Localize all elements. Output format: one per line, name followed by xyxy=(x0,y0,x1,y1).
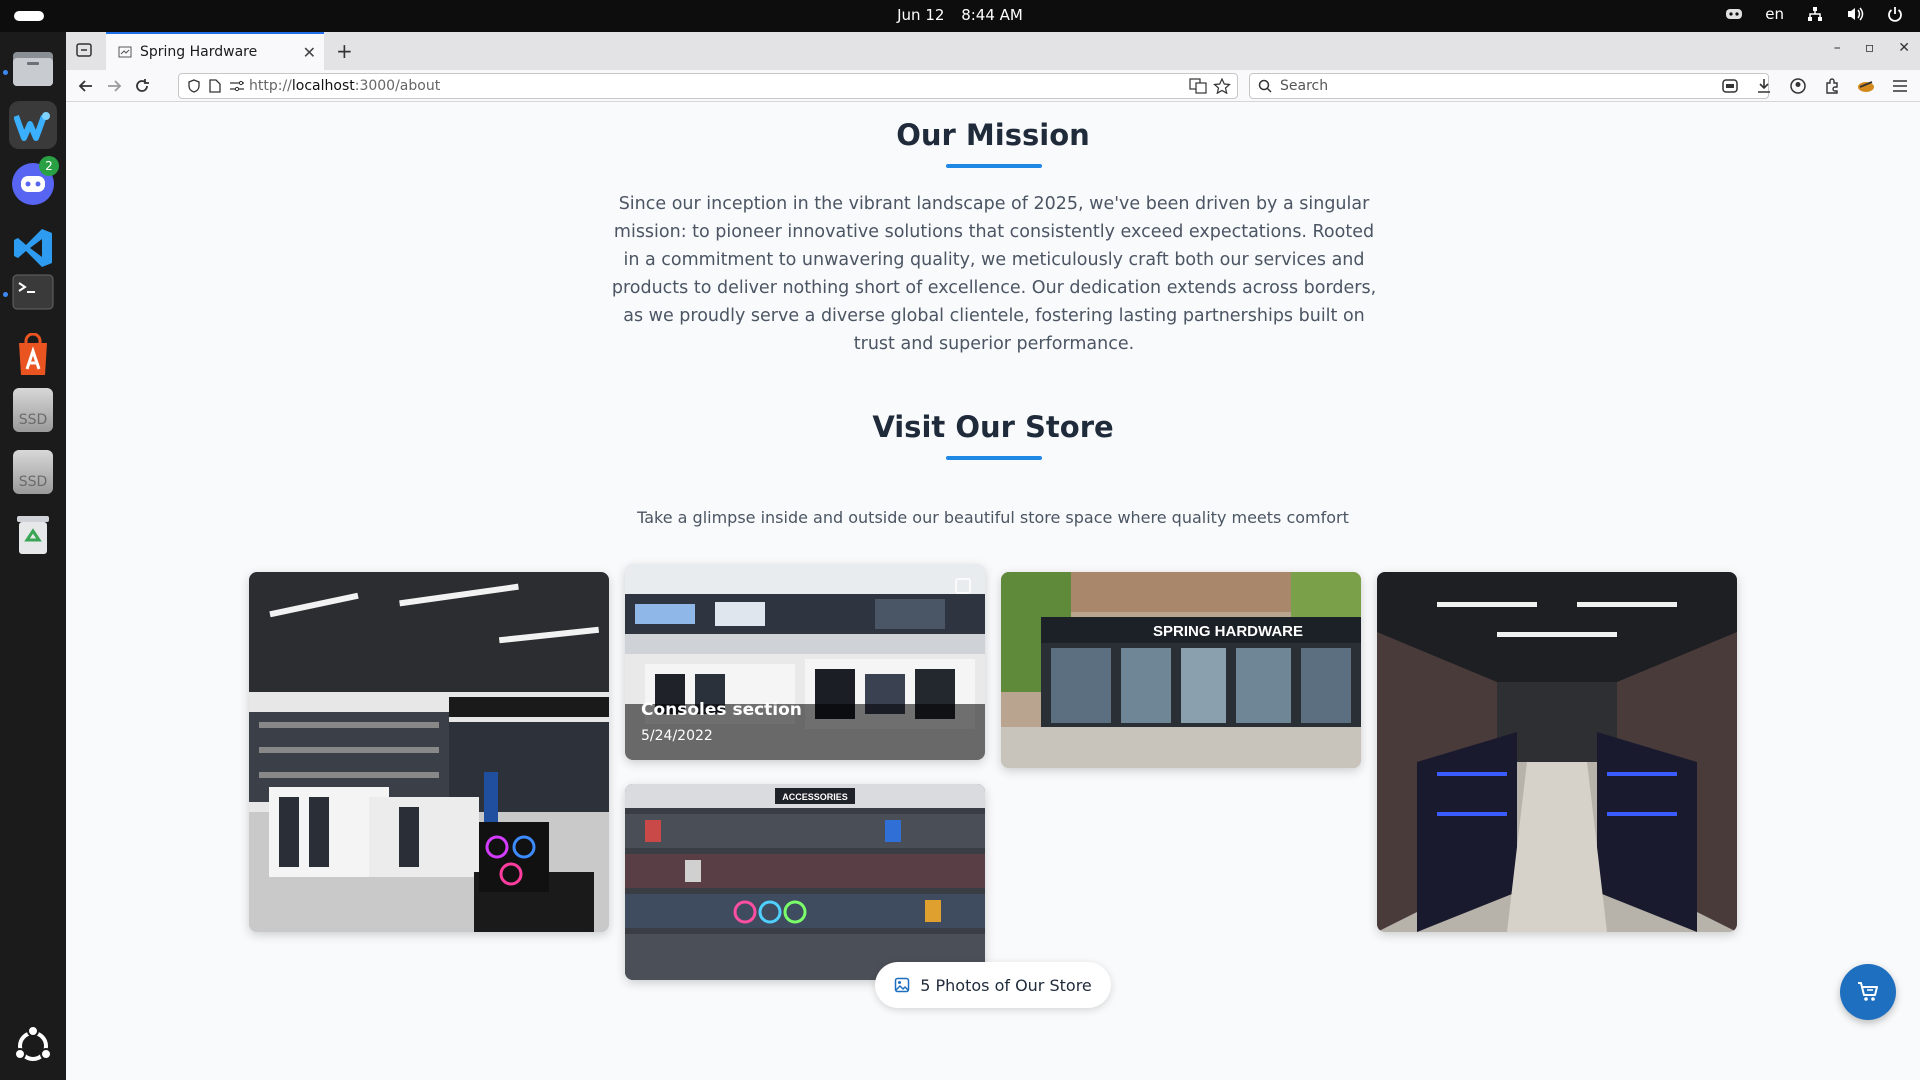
ssd-drive-label: SSD xyxy=(13,388,53,432)
tab-title: Spring Hardware xyxy=(140,44,258,60)
translate-icon[interactable] xyxy=(1189,78,1207,94)
ssd-drive-icon[interactable]: SSD xyxy=(9,386,57,434)
power-icon[interactable] xyxy=(1886,5,1904,23)
page-favicon-icon xyxy=(118,46,132,58)
shopping-cart-icon xyxy=(1858,982,1878,1001)
language-indicator[interactable]: en xyxy=(1765,5,1784,23)
tab-close-icon[interactable]: ✕ xyxy=(303,43,316,62)
network-icon[interactable] xyxy=(1806,5,1824,23)
vscode-app-icon[interactable] xyxy=(9,224,57,272)
tab-spring-hardware[interactable]: Spring Hardware ✕ xyxy=(106,32,324,70)
photo-caption-date: 5/24/2022 xyxy=(641,728,713,744)
reload-icon[interactable] xyxy=(132,76,152,96)
ssd-drive-icon[interactable]: SSD xyxy=(9,448,57,496)
dock: 2 SSD SSD xyxy=(0,32,66,1080)
window-controls: – ▫ ✕ xyxy=(1834,40,1910,56)
url-prefix: http:// xyxy=(249,78,292,94)
search-placeholder: Search xyxy=(1280,78,1329,94)
exterior-store-sign: SPRING HARDWARE xyxy=(1153,623,1303,640)
discord-app-icon[interactable]: 2 xyxy=(9,156,59,208)
clock-time: 8:44 AM xyxy=(961,6,1023,24)
cart-button[interactable] xyxy=(1840,964,1896,1020)
mission-paragraph: Since our inception in the vibrant lands… xyxy=(611,194,1377,354)
system-tray[interactable]: en xyxy=(1725,5,1904,23)
discord-tray-icon[interactable] xyxy=(1725,5,1743,23)
url-bar[interactable]: http://localhost:3000/about xyxy=(178,73,1238,99)
url-bar-security-icons xyxy=(187,79,245,93)
url-text: http://localhost:3000/about xyxy=(249,78,440,94)
running-indicator xyxy=(3,292,8,297)
system-top-bar: Jun 12 8:44 AM en xyxy=(0,0,1920,32)
bookmark-star-icon[interactable] xyxy=(1213,78,1231,94)
gallery-icon xyxy=(894,977,910,993)
volume-icon[interactable] xyxy=(1846,5,1864,23)
url-host: localhost xyxy=(291,78,355,94)
windsurf-app-icon[interactable] xyxy=(9,101,57,149)
photo-caption: Consoles section 5/24/2022 xyxy=(641,700,802,744)
store-photo-interior-left[interactable] xyxy=(249,572,609,932)
close-window-icon[interactable]: ✕ xyxy=(1898,40,1910,56)
terminal-app-icon[interactable] xyxy=(9,268,57,316)
files-app-icon[interactable] xyxy=(9,44,57,92)
restore-icon[interactable]: ▫ xyxy=(1865,40,1875,56)
running-indicator xyxy=(3,70,8,75)
store-photo-aisle[interactable] xyxy=(1377,572,1737,932)
forward-icon[interactable] xyxy=(104,76,124,96)
store-photos-button-label: 5 Photos of Our Store xyxy=(920,975,1092,995)
show-apps-icon[interactable] xyxy=(9,1022,57,1070)
store-heading: Visit Our Store xyxy=(872,410,1114,444)
trash-icon[interactable] xyxy=(9,510,57,558)
browser-window: Spring Hardware ✕ + – ▫ ✕ http://localho… xyxy=(66,32,1920,1080)
downloads-icon[interactable] xyxy=(1754,76,1774,96)
search-bar[interactable]: Search xyxy=(1249,73,1769,99)
store-subtitle: Take a glimpse inside and outside our be… xyxy=(637,508,1349,527)
tab-bar: Spring Hardware ✕ + – ▫ ✕ xyxy=(66,32,1920,70)
new-tab-icon[interactable]: + xyxy=(336,39,353,63)
expand-icon[interactable] xyxy=(955,578,971,594)
mission-heading: Our Mission xyxy=(896,118,1090,152)
shield-icon[interactable] xyxy=(187,79,201,93)
pocket-icon[interactable] xyxy=(1720,76,1740,96)
store-photo-exterior[interactable]: SPRING HARDWARE xyxy=(1001,572,1361,768)
minimize-icon[interactable]: – xyxy=(1834,40,1841,56)
clock-date: Jun 12 xyxy=(897,6,945,24)
permissions-icon[interactable] xyxy=(229,79,245,93)
extensions-icon[interactable] xyxy=(1822,76,1842,96)
menu-icon[interactable] xyxy=(1890,76,1910,96)
tab-list-icon[interactable] xyxy=(76,42,92,58)
mission-heading-underline xyxy=(946,164,1042,168)
page-icon[interactable] xyxy=(209,79,221,93)
account-icon[interactable] xyxy=(1788,76,1808,96)
search-icon xyxy=(1258,79,1272,93)
url-bar-actions xyxy=(1189,78,1231,94)
store-photos-button[interactable]: 5 Photos of Our Store xyxy=(875,962,1111,1008)
extension-app-icon[interactable] xyxy=(1856,76,1876,96)
store-heading-underline xyxy=(946,456,1042,460)
browser-toolbar-actions xyxy=(1720,76,1910,96)
store-photo-accessories[interactable]: ACCESSORIES xyxy=(625,784,985,980)
app-center-icon[interactable] xyxy=(9,331,57,379)
ssd-drive-label: SSD xyxy=(13,450,53,494)
navigation-toolbar: http://localhost:3000/about Search xyxy=(66,70,1920,102)
back-icon[interactable] xyxy=(76,76,96,96)
accessories-sign: ACCESSORIES xyxy=(782,792,848,802)
discord-notification-badge: 2 xyxy=(39,156,59,176)
page-viewport: Our Mission Since our inception in the v… xyxy=(66,102,1920,1080)
url-path: :3000/about xyxy=(354,78,441,94)
store-photo-consoles[interactable]: Consoles section 5/24/2022 xyxy=(625,564,985,760)
clock[interactable]: Jun 12 8:44 AM xyxy=(0,6,1920,24)
photo-caption-title: Consoles section xyxy=(641,700,802,720)
